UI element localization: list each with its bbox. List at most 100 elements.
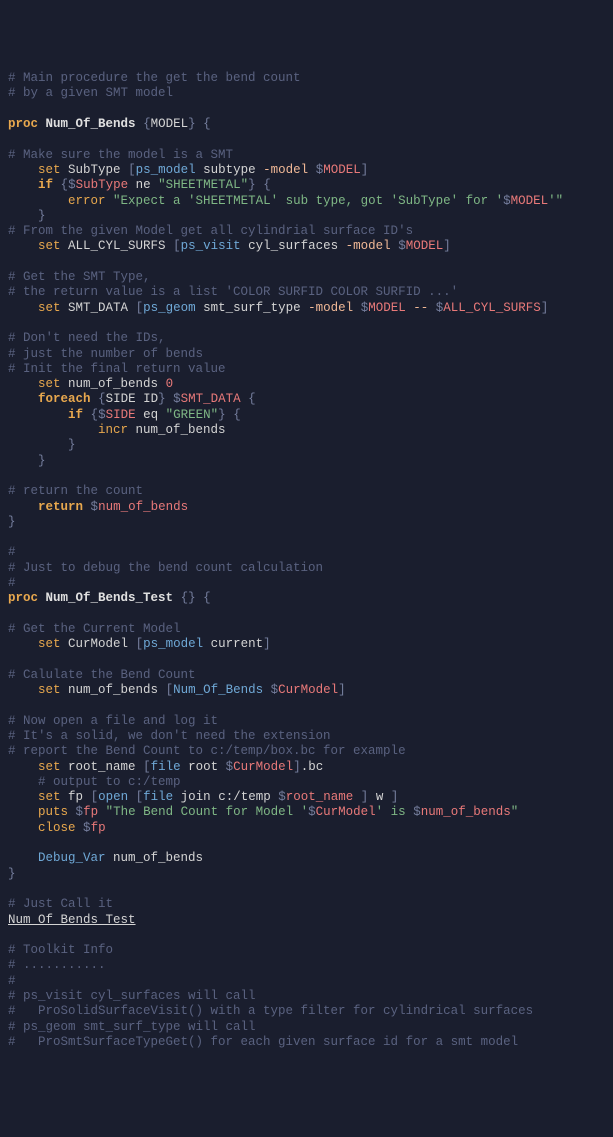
- code-line: }: [8, 515, 605, 530]
- comment: # Get the SMT Type,: [8, 270, 151, 284]
- code-line: # just the number of bends: [8, 347, 605, 362]
- code-line: # Now open a file and log it: [8, 714, 605, 729]
- comment: # Init the final return value: [8, 362, 226, 376]
- code-line: [8, 607, 605, 622]
- comment: # just the number of bends: [8, 347, 203, 361]
- comment: # Calulate the Bend Count: [8, 668, 196, 682]
- comment: # Get the Current Model: [8, 622, 181, 636]
- variable-ref: CurModel: [233, 760, 293, 774]
- code-editor: # Main procedure the get the bend count#…: [8, 71, 605, 1050]
- code-line: set CurModel [ps_model current]: [8, 637, 605, 652]
- code-line: #: [8, 576, 605, 591]
- comment: #: [8, 545, 16, 559]
- code-line: # report the Bend Count to c:/temp/box.b…: [8, 744, 605, 759]
- code-line: }: [8, 438, 605, 453]
- keyword-set: set: [38, 377, 61, 391]
- code-line: }: [8, 454, 605, 469]
- comment: # ps_visit cyl_surfaces will call: [8, 989, 263, 1003]
- code-line: Debug_Var num_of_bends: [8, 851, 605, 866]
- keyword-set: set: [38, 163, 61, 177]
- code-line: # It's a solid, we don't need the extens…: [8, 729, 605, 744]
- code-line: # Get the SMT Type,: [8, 270, 605, 285]
- code-line: set num_of_bends [Num_Of_Bends $CurModel…: [8, 683, 605, 698]
- code-line: error "Expect a 'SHEETMETAL' sub type, g…: [8, 194, 605, 209]
- code-line: # return the count: [8, 484, 605, 499]
- comment: # ProSmtSurfaceTypeGet() for each given …: [8, 1035, 518, 1049]
- code-line: [8, 316, 605, 331]
- code-line: # Main procedure the get the bend count: [8, 71, 605, 86]
- proc-name: Num_Of_Bends: [46, 117, 136, 131]
- code-line: set num_of_bends 0: [8, 377, 605, 392]
- cmd-flag: --: [413, 301, 428, 315]
- code-line: if {$SubType ne "SHEETMETAL"} {: [8, 178, 605, 193]
- code-line: [8, 530, 605, 545]
- comment: # Just to debug the bend count calculati…: [8, 561, 323, 575]
- comment: # report the Bend Count to c:/temp/box.b…: [8, 744, 406, 758]
- code-line: #: [8, 974, 605, 989]
- keyword-proc: proc: [8, 591, 38, 605]
- keyword-foreach: foreach: [38, 392, 91, 406]
- comment: # Now open a file and log it: [8, 714, 218, 728]
- command-call: ps_model: [143, 637, 203, 651]
- code-line: [8, 698, 605, 713]
- code-line: # by a given SMT model: [8, 86, 605, 101]
- code-line: # Calulate the Bend Count: [8, 668, 605, 683]
- variable-ref: num_of_bends: [421, 805, 511, 819]
- keyword-return: return: [38, 500, 83, 514]
- code-line: # Toolkit Info: [8, 943, 605, 958]
- keyword-set: set: [38, 239, 61, 253]
- command-call: ps_model: [136, 163, 196, 177]
- comment: # Don't need the IDs,: [8, 331, 166, 345]
- comment: # Make sure the model is a SMT: [8, 148, 233, 162]
- variable-ref: fp: [83, 805, 98, 819]
- comment: # Just Call it: [8, 897, 113, 911]
- keyword-error: error: [68, 194, 106, 208]
- variable-ref: ALL_CYL_SURFS: [443, 301, 541, 315]
- code-line: proc Num_Of_Bends_Test {} {: [8, 591, 605, 606]
- comment: # ProSolidSurfaceVisit() with a type fil…: [8, 1004, 533, 1018]
- variable-ref: num_of_bends: [98, 500, 188, 514]
- variable-ref: SIDE: [106, 408, 136, 422]
- comment: # output to c:/temp: [8, 775, 181, 789]
- comment: # Main procedure the get the bend count: [8, 71, 301, 85]
- command-call: ps_geom: [143, 301, 196, 315]
- code-line: #: [8, 545, 605, 560]
- code-line: # ProSolidSurfaceVisit() with a type fil…: [8, 1004, 605, 1019]
- code-line: [8, 469, 605, 484]
- keyword-incr: incr: [98, 423, 128, 437]
- code-line: # Just to debug the bend count calculati…: [8, 561, 605, 576]
- keyword-set: set: [38, 683, 61, 697]
- code-line: # ps_geom smt_surf_type will call: [8, 1020, 605, 1035]
- comment: # the return value is a list 'COLOR SURF…: [8, 285, 458, 299]
- command-call: open: [98, 790, 128, 804]
- code-line: [8, 102, 605, 117]
- keyword-puts: puts: [38, 805, 68, 819]
- comment: #: [8, 974, 16, 988]
- keyword-if: if: [68, 408, 83, 422]
- command-call: Num_Of_Bends: [173, 683, 263, 697]
- code-line: [8, 652, 605, 667]
- code-line: [8, 882, 605, 897]
- code-line: foreach {SIDE ID} $SMT_DATA {: [8, 392, 605, 407]
- keyword-set: set: [38, 760, 61, 774]
- code-line: # ps_visit cyl_surfaces will call: [8, 989, 605, 1004]
- code-line: puts $fp "The Bend Count for Model '$Cur…: [8, 805, 605, 820]
- proc-name: Num_Of_Bends_Test: [46, 591, 174, 605]
- code-line: incr num_of_bends: [8, 423, 605, 438]
- code-line: }: [8, 867, 605, 882]
- keyword-proc: proc: [8, 117, 38, 131]
- code-line: [8, 255, 605, 270]
- code-line: # Get the Current Model: [8, 622, 605, 637]
- string-literal: "GREEN": [166, 408, 219, 422]
- code-line: }: [8, 209, 605, 224]
- command-call: ps_visit: [181, 239, 241, 253]
- code-line: [8, 928, 605, 943]
- variable-ref: CurModel: [278, 683, 338, 697]
- cmd-flag: -model: [346, 239, 391, 253]
- code-line: # the return value is a list 'COLOR SURF…: [8, 285, 605, 300]
- code-line: # Just Call it: [8, 897, 605, 912]
- comment: # It's a solid, we don't need the extens…: [8, 729, 331, 743]
- code-line: proc Num_Of_Bends {MODEL} {: [8, 117, 605, 132]
- variable-ref: root_name: [286, 790, 354, 804]
- comment: # Toolkit Info: [8, 943, 113, 957]
